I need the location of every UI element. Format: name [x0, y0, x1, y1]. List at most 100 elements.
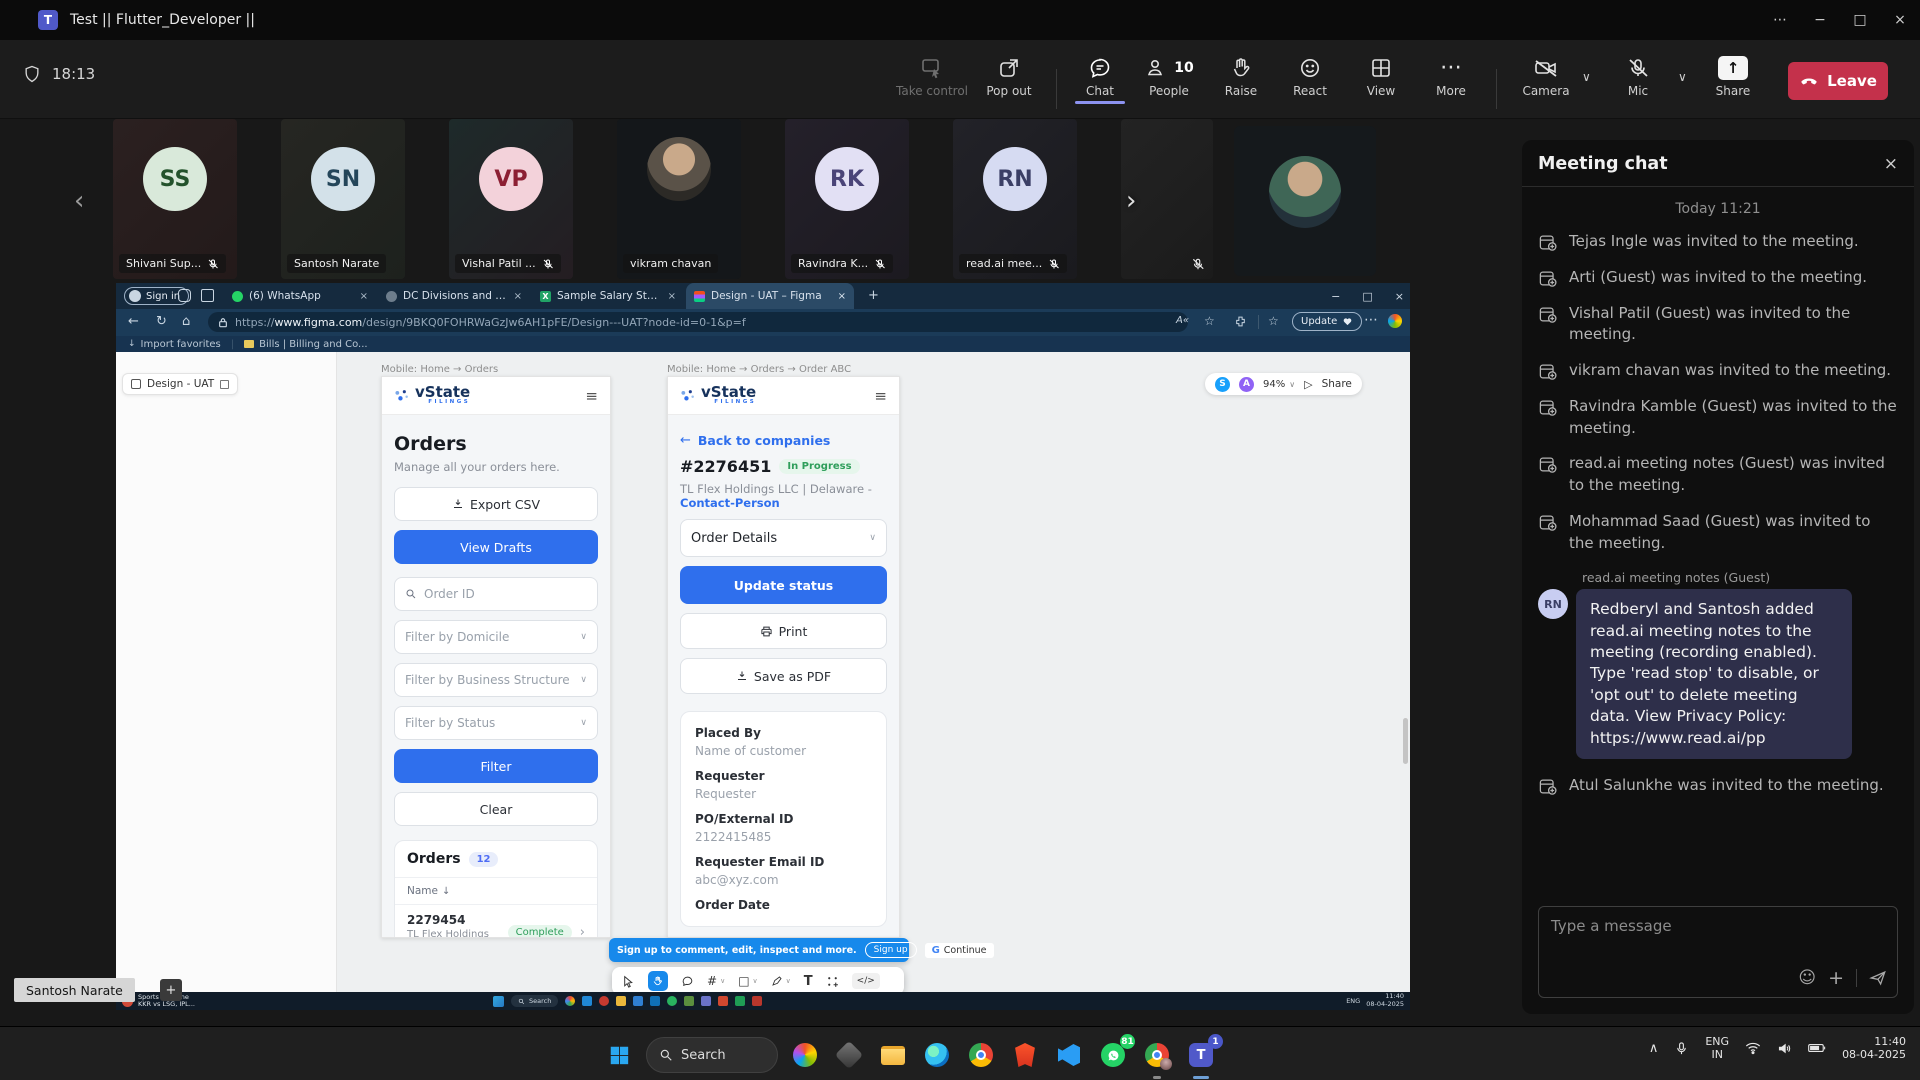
orders-sort-header[interactable]: Name↓	[395, 878, 597, 905]
taskbar-search[interactable]: Search	[646, 1037, 778, 1073]
workspaces-icon[interactable]	[178, 289, 191, 302]
browser-tab[interactable]: X Sample Salary Structure with calc ×	[532, 283, 684, 309]
browser-tab-active[interactable]: Design - UAT – Figma ×	[686, 283, 854, 309]
language-indicator[interactable]: ENGIN	[1705, 1035, 1729, 1061]
share-button[interactable]: ↑ Share	[1707, 56, 1759, 98]
more-button[interactable]: ⋯ More	[1426, 56, 1476, 98]
emoji-icon[interactable]: ☺	[1798, 968, 1816, 988]
clock[interactable]: 11:4008-04-2025	[1842, 1035, 1906, 1061]
view-drafts-button[interactable]: View Drafts	[394, 530, 598, 564]
app-icon-diamond[interactable]	[832, 1038, 866, 1072]
vscode-app-icon[interactable]	[1052, 1038, 1086, 1072]
order-id-input[interactable]: Order ID	[394, 577, 598, 611]
participant-tile[interactable]: VP Vishal Patil ...	[449, 119, 573, 279]
titlebar-more-icon[interactable]: ⋯	[1760, 0, 1800, 40]
hamburger-icon[interactable]: ≡	[874, 387, 887, 405]
refresh-icon[interactable]: ↻	[156, 314, 167, 329]
comment-tool-icon[interactable]	[681, 975, 694, 988]
tab-close-icon[interactable]: ×	[514, 291, 522, 302]
text-tool[interactable]: T	[804, 974, 813, 989]
save-pdf-button[interactable]: Save as PDF	[680, 658, 887, 694]
present-icon[interactable]: ▷	[1304, 378, 1312, 391]
presenter-video-tile[interactable]	[1234, 126, 1376, 276]
shared-app-icon[interactable]	[616, 996, 626, 1006]
frame-label[interactable]: Mobile: Home → Orders	[381, 364, 498, 375]
attach-icon[interactable]: +	[1828, 967, 1844, 989]
shared-app-icon[interactable]	[684, 996, 694, 1006]
close-button[interactable]: ×	[1880, 0, 1920, 40]
presenter-pin-button[interactable]: +	[160, 979, 182, 1001]
shared-app-icon[interactable]	[735, 996, 745, 1006]
start-button[interactable]	[602, 1038, 636, 1072]
collaborator-avatar[interactable]: A	[1239, 377, 1254, 392]
send-icon[interactable]	[1869, 969, 1887, 987]
frame-tool[interactable]: #∨	[707, 974, 725, 988]
hand-tool-active[interactable]	[648, 971, 668, 991]
battery-icon[interactable]	[1808, 1042, 1826, 1054]
move-tool-icon[interactable]	[622, 975, 635, 988]
back-icon[interactable]: ←	[128, 314, 139, 329]
participant-tile[interactable]: SS Shivani Sup...	[113, 119, 237, 279]
canvas-scrollbar[interactable]	[1403, 718, 1408, 764]
participant-tile-video[interactable]: vikram chavan	[617, 119, 741, 279]
edge-app-icon[interactable]	[920, 1038, 954, 1072]
shared-app-icon[interactable]	[650, 996, 660, 1006]
browser-maximize-icon[interactable]: □	[1362, 290, 1372, 303]
shared-app-icon[interactable]	[752, 996, 762, 1006]
tab-actions-icon[interactable]	[201, 289, 214, 302]
print-button[interactable]: Print	[680, 613, 887, 649]
figma-share-button[interactable]: Share	[1322, 378, 1352, 390]
zoom-select[interactable]: 94%∨	[1263, 379, 1295, 390]
browser-more-icon[interactable]: ⋯	[1364, 312, 1378, 328]
file-explorer-icon[interactable]	[876, 1038, 910, 1072]
teams-app-icon[interactable]: T 1	[1184, 1038, 1218, 1072]
browser-close-icon[interactable]: ×	[1395, 290, 1404, 303]
shared-app-icon[interactable]	[599, 996, 609, 1006]
chat-close-icon[interactable]: ×	[1884, 154, 1898, 174]
chat-button[interactable]: Chat	[1074, 56, 1126, 98]
raise-button[interactable]: Raise	[1215, 56, 1267, 98]
pop-out-button[interactable]: Pop out	[977, 56, 1041, 98]
camera-dropdown-icon[interactable]: ∨	[1582, 70, 1591, 84]
import-favorites-link[interactable]: ↓Import favorites	[128, 339, 221, 350]
mic-dropdown-icon[interactable]: ∨	[1678, 70, 1687, 84]
tray-expand-icon[interactable]: ∧	[1649, 1041, 1659, 1056]
favorite-star-icon[interactable]: ☆	[1204, 314, 1215, 328]
google-continue-button[interactable]: GContinue	[925, 943, 994, 958]
tab-close-icon[interactable]: ×	[668, 291, 676, 302]
camera-button[interactable]: Camera	[1515, 56, 1577, 98]
frame-label[interactable]: Mobile: Home → Orders → Order ABC	[667, 364, 851, 375]
actions-tool-icon[interactable]	[826, 975, 839, 988]
export-csv-button[interactable]: Export CSV	[394, 487, 598, 521]
dev-mode-toggle[interactable]: </>	[852, 973, 880, 989]
collaborator-avatar[interactable]: S	[1215, 377, 1230, 392]
tab-close-icon[interactable]: ×	[360, 291, 368, 302]
shared-app-icon[interactable]	[667, 996, 677, 1006]
view-button[interactable]: View	[1356, 56, 1406, 98]
leave-button[interactable]: Leave	[1788, 62, 1888, 100]
brave-app-icon[interactable]	[1008, 1038, 1042, 1072]
filmstrip-next-icon[interactable]: ›	[1126, 186, 1136, 216]
clear-button[interactable]: Clear	[394, 792, 598, 826]
hamburger-icon[interactable]: ≡	[585, 387, 598, 405]
new-tab-icon[interactable]: +	[868, 288, 879, 303]
shape-tool[interactable]: □∨	[738, 974, 757, 988]
shared-search[interactable]: Search	[511, 995, 558, 1007]
chat-input-box[interactable]: ☺ +	[1538, 906, 1898, 998]
tab-close-icon[interactable]: ×	[838, 291, 846, 302]
react-button[interactable]: React	[1283, 56, 1337, 98]
copilot-app-icon[interactable]	[788, 1038, 822, 1072]
shared-start-button[interactable]	[493, 996, 504, 1007]
back-link[interactable]: ← Back to companies	[680, 433, 887, 448]
figma-frame-order-detail[interactable]: vStateFILINGS ≡ ← Back to companies #227…	[667, 376, 900, 938]
order-details-select[interactable]: Order Details∨	[680, 519, 887, 557]
browser-tab[interactable]: (6) WhatsApp ×	[224, 283, 376, 309]
volume-icon[interactable]	[1777, 1041, 1792, 1056]
tray-mic-icon[interactable]	[1674, 1041, 1689, 1056]
filter-structure-select[interactable]: Filter by Business Structure∨	[394, 663, 598, 697]
participant-tile[interactable]: SN Santosh Narate	[281, 119, 405, 279]
shared-app-icon[interactable]	[565, 996, 575, 1006]
maximize-button[interactable]: □	[1840, 0, 1880, 40]
whatsapp-app-icon[interactable]: 81	[1096, 1038, 1130, 1072]
filter-button[interactable]: Filter	[394, 749, 598, 783]
